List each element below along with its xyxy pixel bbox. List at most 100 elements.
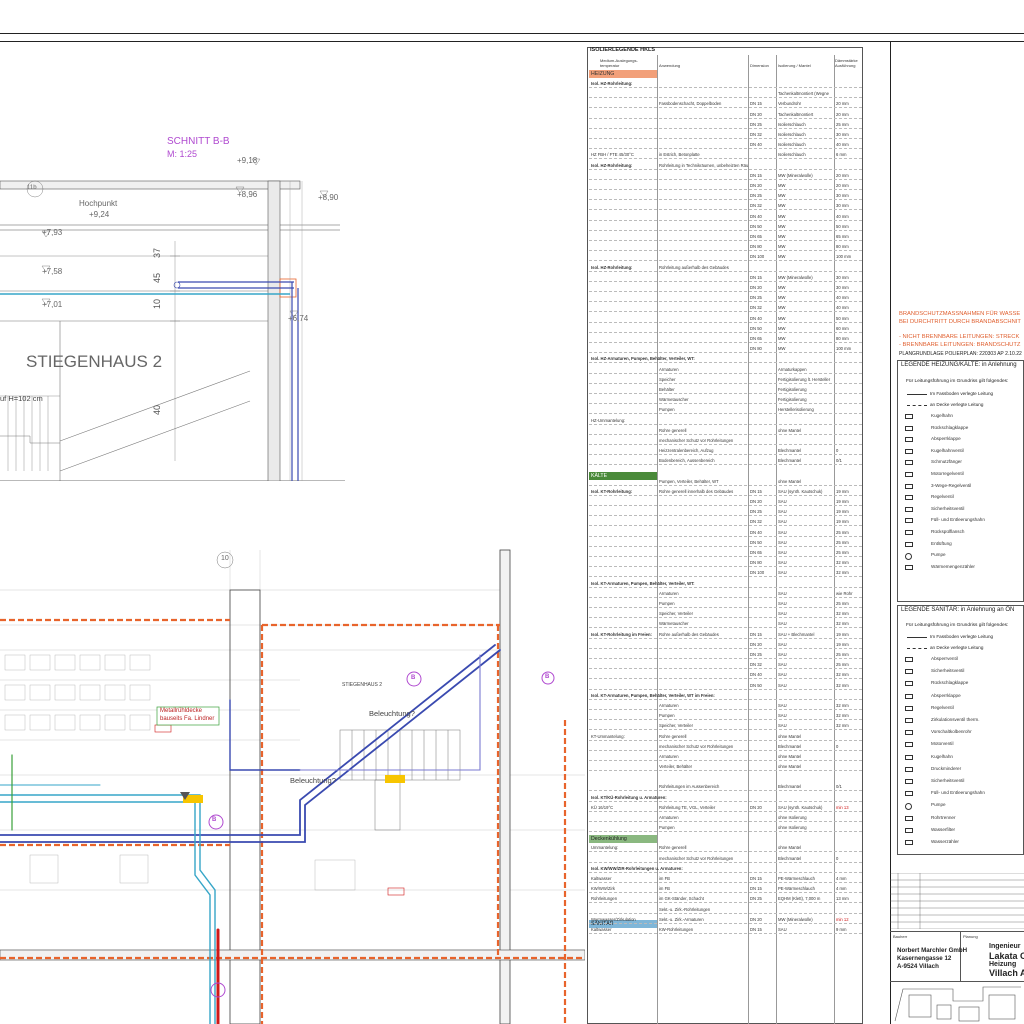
table-row: Wärmetauscher Fertigisolierung	[589, 396, 862, 405]
table-cell-ins: MW	[778, 315, 786, 321]
office-street: Kasernengasse 12	[897, 955, 952, 962]
section-heating: HEIZUNG	[589, 70, 657, 78]
table-row: DN 15 MW (Mineralwolle) 30 mm	[589, 274, 862, 282]
table-cell-ins: SAU	[778, 652, 787, 657]
legend-item-label: Wärmemengenzähler	[931, 563, 975, 569]
table-cell-ins: Fertigisolierung	[778, 387, 807, 392]
table-cell-dim: DN 25	[750, 295, 762, 301]
table-row: DN 15 MW (Mineralwolle) 20 mm	[589, 172, 862, 180]
table-cell-thk: 4 mm	[836, 886, 847, 892]
company-line: Ingenieur	[989, 943, 1021, 950]
legend-symbol-icon	[905, 483, 913, 489]
table-row: Isol. KT-Armaturen, Pumpen, Behälter, Ve…	[589, 692, 862, 700]
legend-symbol-icon	[905, 518, 913, 524]
insulation-table-title: ISOLIERLEGENDE HKLS	[590, 47, 656, 53]
table-row: Armaturen SAU wie Rohr	[589, 590, 862, 598]
legend-symbol-icon	[905, 754, 913, 760]
level-label: +8,90	[318, 193, 339, 202]
table-cell-use: Speicher	[659, 376, 676, 382]
table-cell-group: Isol. HZ-Armaturen, Pumpen, Behälter, Ve…	[591, 356, 695, 362]
table-cell-group: Isol. KT-Armaturen, Pumpen, Behälter, Ve…	[591, 692, 715, 698]
fire-protection-title: BRANDSCHUTZMASSNAHMEN FÜR WASSE	[899, 311, 1021, 317]
lighting-label: Beleuchtung?	[290, 776, 336, 785]
table-cell-thk: 32 mm	[836, 723, 849, 729]
table-row: DN 40 Isolierschlauch 40 mm	[589, 141, 862, 150]
table-cell-thk: 80 mm	[836, 336, 849, 341]
table-cell-ins: MW (Mineralwolle)	[778, 916, 813, 922]
table-cell-dim: DN 15	[750, 927, 762, 932]
title-block-divider	[890, 931, 1024, 932]
office-city: A-9524 Villach	[897, 963, 939, 970]
company-line: Heizung	[989, 961, 1017, 968]
legend-item-label: Absperrventil	[931, 656, 958, 661]
table-cell-thk: 0/1	[836, 784, 842, 790]
table-cell-thk: 19 mm	[836, 488, 849, 494]
section-scale: M: 1:25	[167, 149, 198, 159]
table-row: Isol. HZ-Rohrleitung: Rohrleitung außerha…	[589, 264, 862, 272]
table-cell-dim: DN 65	[750, 234, 762, 239]
table-cell-thk: 30 mm	[836, 193, 849, 199]
legend-item-label: Regelventil	[931, 494, 954, 500]
table-cell-thk: 30 mm	[836, 274, 849, 280]
table-cell-thk: min 13	[836, 804, 849, 810]
legend-symbol-icon	[905, 827, 913, 833]
legend-symbol-icon	[905, 791, 913, 797]
legend-sanitary-intro: Für Leitungsführung im Grundriss gilt fo…	[906, 623, 1009, 628]
table-cell-dim: DN 25	[750, 121, 762, 127]
table-row: DN 65 MW 80 mm	[589, 335, 862, 343]
table-header: Anwendung	[659, 63, 681, 68]
legend-heating-line-item: Im Fassboden verlegte Leitung	[930, 391, 994, 396]
table-cell-group: Warmwasser/Zirkulation	[591, 916, 636, 922]
company-line: Lakata C	[989, 951, 1024, 961]
table-cell-ins: Tachenkaltmontiert	[778, 111, 814, 117]
table-cell-thk: 32 mm	[836, 682, 849, 688]
table-cell-thk: 32 mm	[836, 621, 849, 627]
table-cell-use: mechanischer Schutz vor Rohrleitungen	[659, 743, 734, 749]
table-cell-dim: DN 25	[750, 652, 762, 657]
table-cell-ins: SAU	[778, 590, 787, 596]
table-row: Wärmetauscher SAU 32 mm	[589, 620, 862, 629]
company-line: Villach A	[989, 968, 1024, 978]
legend-symbol-icon	[905, 472, 913, 477]
legend-item-label: Entlüftung	[931, 540, 952, 546]
table-row: DN 32 MW 30 mm	[589, 202, 862, 211]
table-cell-ins: SAU	[778, 682, 787, 688]
table-row: DN 32 SAU 25 mm	[589, 661, 862, 670]
table-cell-ins: Isolierschlauch	[778, 121, 806, 127]
legend-symbol-icon	[905, 742, 913, 748]
table-row: DN 80 MW 100 mm	[589, 345, 862, 354]
table-cell-group: Kaltwasser	[591, 876, 612, 881]
table-cell-use: Rohrleitungen im Aussenbereich	[659, 784, 720, 790]
table-cell-dim: DN 20	[750, 285, 762, 290]
table-cell-group: HZ-Ummantelung:	[591, 417, 626, 423]
table-cell-thk: 0/1	[836, 458, 842, 464]
legend-symbol-icon	[905, 669, 913, 675]
table-cell-dim: DN 25	[750, 193, 762, 199]
table-cell-use: Verteiler, Behälter	[659, 764, 693, 770]
table-row: mechanischer Schutz vor Rohrleitungen Ble…	[589, 855, 862, 863]
table-row: Pumpen ohne Isolierung	[589, 824, 862, 833]
table-cell-group: Isol. KT/KÜ-Rohrleitung u. Armaturen:	[591, 794, 667, 800]
table-row: Pumpen SAU 25 mm	[589, 600, 862, 608]
legend-item-label: Rückspülflansch	[931, 529, 965, 534]
table-cell-dim: DN 20	[750, 499, 762, 504]
table-cell-use: Rohre außerhalb des Gebäudes	[659, 631, 719, 637]
table-cell-thk: 0	[836, 855, 839, 861]
table-cell-thk: 80 mm	[836, 244, 849, 250]
dimension-label: 37	[152, 247, 163, 259]
table-row: Speicher, Verteiler SAU 32 mm	[589, 722, 862, 731]
table-row: Isol. HZ-Armaturen, Pumpen, Behälter, Ve…	[589, 355, 862, 364]
table-row: DN 25 SAU 19 mm	[589, 508, 862, 517]
table-cell-use: Speicher, Verteiler	[659, 611, 693, 617]
table-cell-dim: DN 20	[750, 111, 762, 117]
table-cell-thk: 19 mm	[836, 509, 849, 515]
office-name: Norbert Marchler GmbH	[897, 947, 968, 954]
table-cell-thk: 25 mm	[836, 550, 849, 555]
table-row: Kaltwasser KW-Rohrleitungen DN 15 SAU 9 mm	[589, 926, 862, 934]
table-row: Armaturen Armaturkappen	[589, 366, 862, 374]
plan-room-label: STIEGENHAUS 2	[342, 682, 383, 688]
table-cell-group: KT-Ummantelung:	[591, 733, 625, 739]
table-cell-dim: DN 20	[750, 804, 762, 810]
table-row: DN 80 MW 80 mm	[589, 243, 862, 252]
legend-item-label: 3-Wege-Regelventil	[931, 482, 972, 488]
